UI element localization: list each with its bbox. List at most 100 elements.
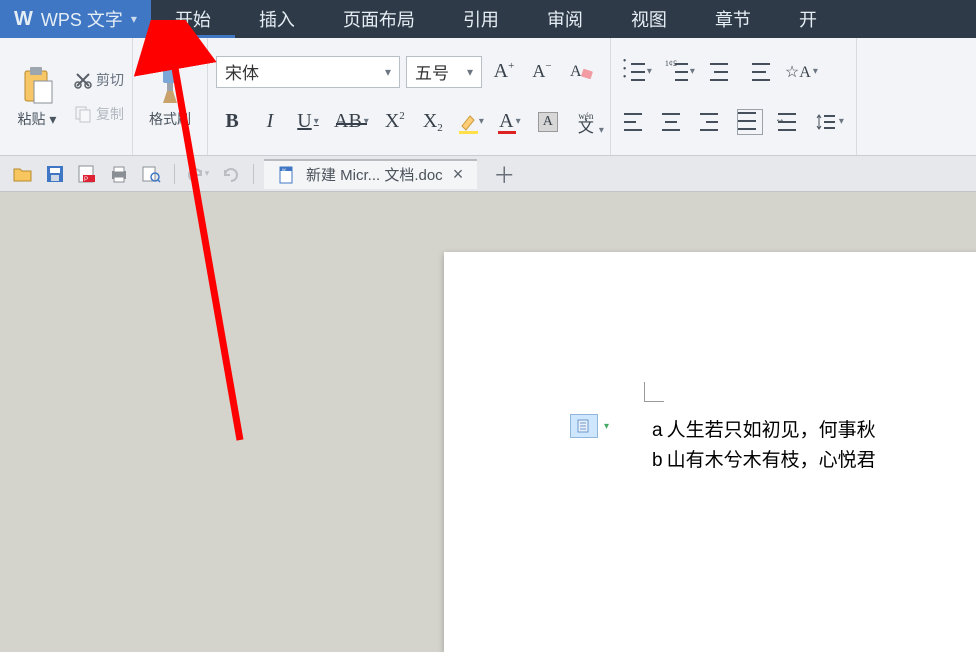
decrease-indent-button[interactable] xyxy=(705,56,737,88)
separator xyxy=(253,164,254,184)
tab-insert[interactable]: 插入 xyxy=(235,0,319,38)
menu-bar: W WPS 文字 ▾ 开始 插入 页面布局 引用 审阅 视图 章节 开 xyxy=(0,0,976,38)
scissors-icon xyxy=(74,71,92,89)
indent-icon xyxy=(748,61,770,83)
svg-text:W: W xyxy=(282,167,286,172)
shading-icon: A xyxy=(538,112,558,132)
superscript-button[interactable]: X2 xyxy=(379,106,411,138)
font-color-button[interactable]: A▾ xyxy=(494,106,526,138)
svg-text:P: P xyxy=(84,177,88,183)
tab-references[interactable]: 引用 xyxy=(439,0,523,38)
bold-button[interactable]: B xyxy=(216,106,248,138)
bullet-list-button[interactable]: ▾ xyxy=(619,56,656,88)
margin-corner-icon xyxy=(644,382,664,402)
highlight-color-swatch xyxy=(459,131,478,134)
clipboard-icon xyxy=(20,65,54,105)
strikethrough-button[interactable]: AB▾ xyxy=(330,106,373,138)
close-tab-button[interactable]: × xyxy=(453,164,464,185)
align-left-icon xyxy=(624,111,646,133)
font-color-swatch xyxy=(498,131,516,134)
font-size-select[interactable]: 五号▾ xyxy=(406,56,482,88)
document-tab[interactable]: W 新建 Micr... 文档.doc × xyxy=(264,159,477,189)
tab-page-layout[interactable]: 页面布局 xyxy=(319,0,439,38)
text-line: b山有木兮木有枝，心悦君 xyxy=(652,446,876,476)
eraser-icon: A xyxy=(568,60,594,84)
redo-icon xyxy=(221,166,239,182)
document-tab-label: 新建 Micr... 文档.doc xyxy=(306,164,443,185)
copy-button[interactable]: 复制 xyxy=(74,104,124,124)
highlight-button[interactable]: ▾ xyxy=(455,106,488,138)
new-tab-button[interactable]: ＋ xyxy=(483,158,525,190)
align-center-button[interactable] xyxy=(657,106,689,138)
undo-button[interactable]: ▾ xyxy=(185,161,211,187)
align-distribute-icon xyxy=(778,111,800,133)
open-button[interactable] xyxy=(10,161,36,187)
number-list-button[interactable]: ▾ xyxy=(662,56,699,88)
document-page[interactable]: a人生若只如初见，何事秋 b山有木兮木有枝，心悦君 xyxy=(444,252,976,652)
chevron-down-icon: ▾ xyxy=(467,65,473,79)
paste-button[interactable]: 粘贴 ▾ xyxy=(8,44,66,149)
tab-home[interactable]: 开始 xyxy=(151,0,235,38)
bullet-list-icon xyxy=(623,61,645,83)
align-justify-button[interactable] xyxy=(733,106,767,138)
align-justify-icon xyxy=(737,109,763,135)
chevron-down-icon: ▾ xyxy=(131,12,137,26)
export-pdf-button[interactable]: P xyxy=(74,161,100,187)
chevron-down-icon: ▾ xyxy=(385,65,391,79)
print-preview-button[interactable] xyxy=(138,161,164,187)
floppy-icon xyxy=(46,165,64,183)
print-button[interactable] xyxy=(106,161,132,187)
save-button[interactable] xyxy=(42,161,68,187)
workspace: a人生若只如初见，何事秋 b山有木兮木有枝，心悦君 xyxy=(0,192,976,500)
preview-icon xyxy=(141,165,161,183)
folder-open-icon xyxy=(13,165,33,183)
quick-access-bar: P ▾ W 新建 Micr... 文档.doc × ＋ xyxy=(0,156,976,192)
cut-button[interactable]: 剪切 xyxy=(74,70,124,90)
group-font: 宋体▾ 五号▾ A+ A− A B I U▾ AB▾ X2 X2 ▾ A▾ A … xyxy=(208,38,611,155)
underline-button[interactable]: U▾ xyxy=(292,106,324,138)
text-tools-button[interactable]: ☆A▾ xyxy=(781,56,822,88)
phonetic-guide-button[interactable]: wén文▾ xyxy=(570,106,602,138)
grow-font-button[interactable]: A+ xyxy=(488,56,520,88)
undo-icon xyxy=(187,166,205,182)
tab-review[interactable]: 审阅 xyxy=(523,0,607,38)
tab-cutoff[interactable]: 开 xyxy=(775,0,841,38)
svg-text:A: A xyxy=(570,63,582,80)
align-left-button[interactable] xyxy=(619,106,651,138)
group-paragraph: ▾ ▾ ☆A▾ ▾ xyxy=(611,38,857,155)
align-right-icon xyxy=(700,111,722,133)
paste-options-button[interactable] xyxy=(570,414,598,438)
group-format-painter: 格式刷 xyxy=(133,38,208,155)
app-name: WPS 文字 xyxy=(41,6,123,32)
format-painter-button[interactable]: 格式刷 xyxy=(141,44,199,149)
shrink-font-button[interactable]: A− xyxy=(526,56,558,88)
font-name-select[interactable]: 宋体▾ xyxy=(216,56,400,88)
printer-icon xyxy=(109,165,129,183)
tab-view[interactable]: 视图 xyxy=(607,0,691,38)
increase-indent-button[interactable] xyxy=(743,56,775,88)
number-list-icon xyxy=(666,61,688,83)
highlighter-icon xyxy=(459,112,477,132)
subscript-button[interactable]: X2 xyxy=(417,106,449,138)
line-spacing-icon xyxy=(815,112,837,132)
separator xyxy=(174,164,175,184)
ribbon: 粘贴 ▾ 剪切 复制 格式刷 宋体▾ 五号▾ A+ A− xyxy=(0,38,976,156)
document-content[interactable]: a人生若只如初见，何事秋 b山有木兮木有枝，心悦君 xyxy=(652,416,876,476)
line-spacing-button[interactable]: ▾ xyxy=(811,106,848,138)
paintbrush-icon xyxy=(153,65,187,105)
redo-button[interactable] xyxy=(217,161,243,187)
paste-options-icon xyxy=(576,418,592,434)
italic-button[interactable]: I xyxy=(254,106,286,138)
app-menu[interactable]: W WPS 文字 ▾ xyxy=(0,0,151,38)
align-center-icon xyxy=(662,111,684,133)
outdent-icon xyxy=(710,61,732,83)
align-right-button[interactable] xyxy=(695,106,727,138)
tab-section[interactable]: 章节 xyxy=(691,0,775,38)
clear-format-button[interactable]: A xyxy=(564,56,598,88)
copy-icon xyxy=(74,105,92,123)
align-distribute-button[interactable] xyxy=(773,106,805,138)
doc-icon: W xyxy=(278,166,296,184)
pdf-icon: P xyxy=(77,165,97,183)
text-line: a人生若只如初见，何事秋 xyxy=(652,416,876,446)
char-shading-button[interactable]: A xyxy=(532,106,564,138)
